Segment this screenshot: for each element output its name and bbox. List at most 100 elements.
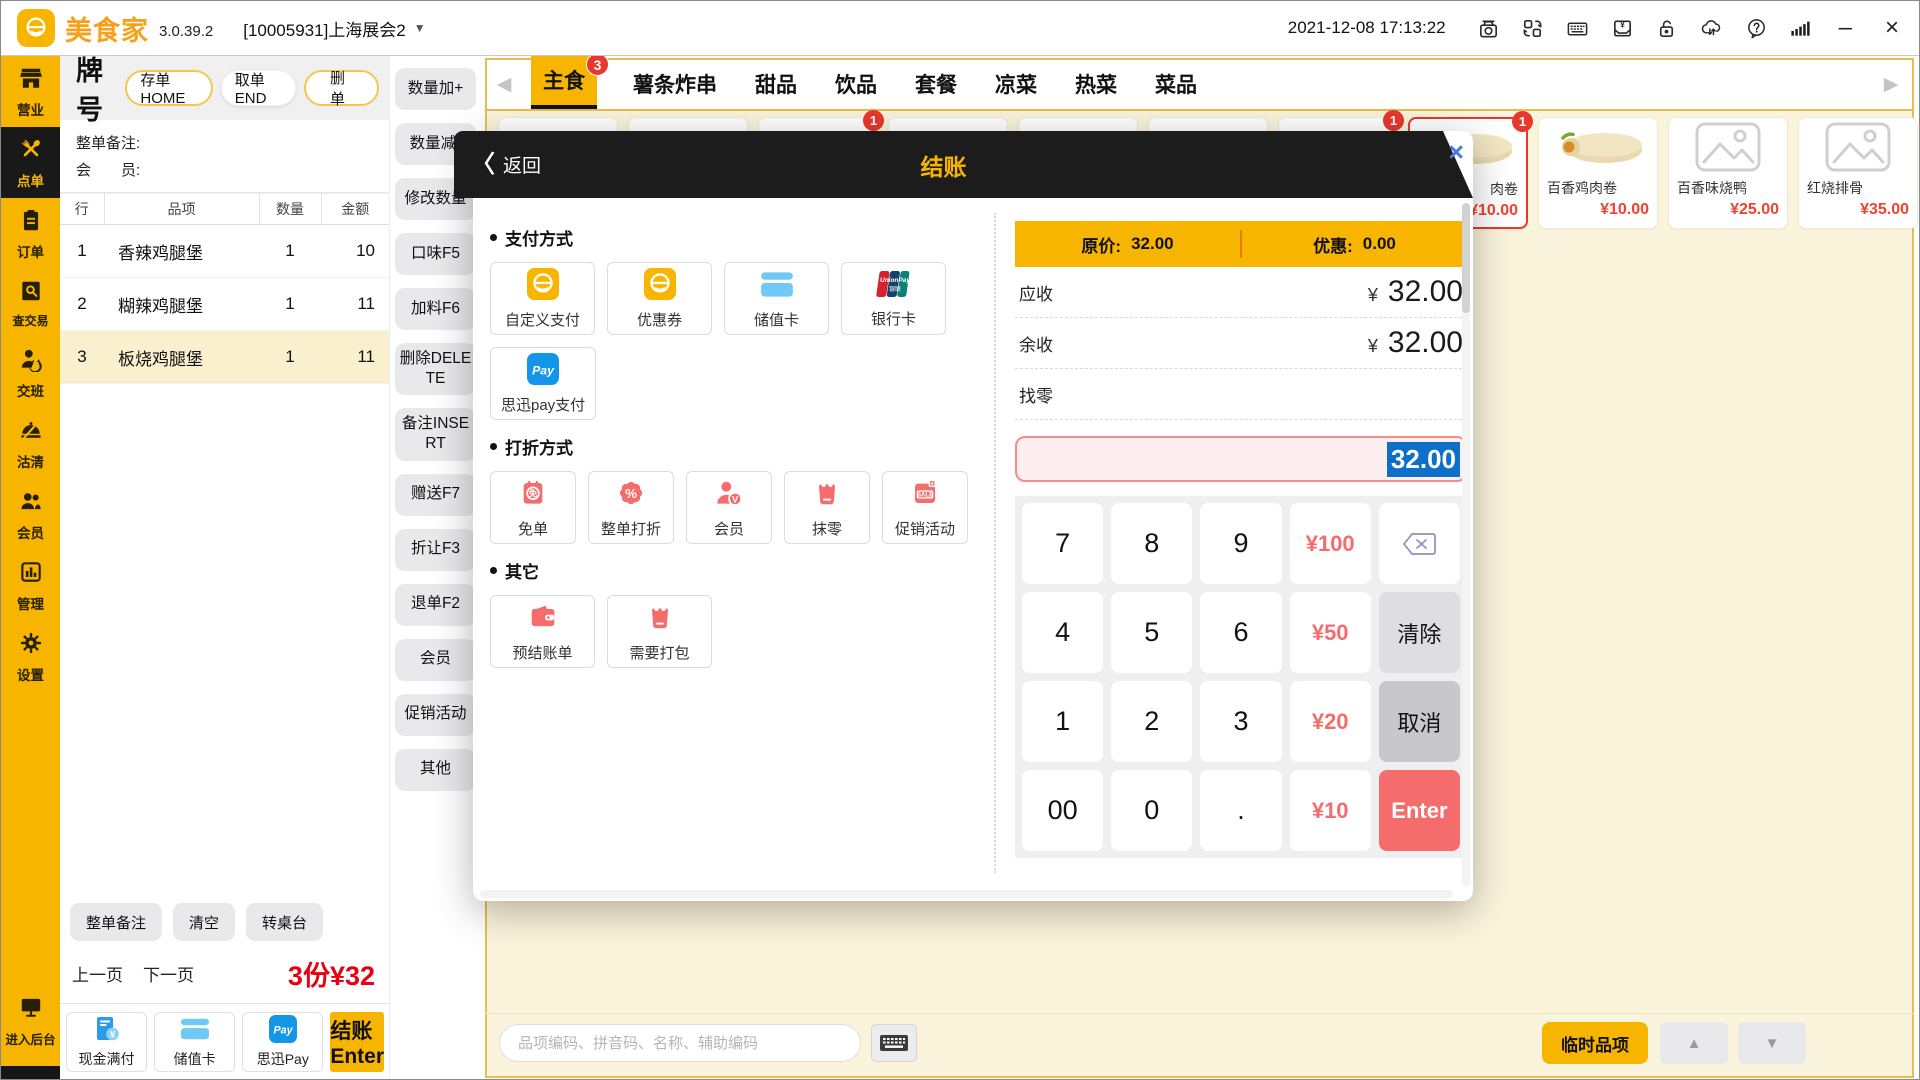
product-price: ¥10.00 [1539,198,1657,219]
numpad-9[interactable]: 9 [1200,503,1281,584]
numpad-3[interactable]: 3 [1200,681,1281,762]
quick-cash-10[interactable]: ¥10 [1290,770,1371,851]
next-page-button[interactable]: 下一页 [143,961,194,986]
promo-activity-button[interactable]: ★SALE 促销活动 [882,471,968,544]
keyboard-icon[interactable] [1565,17,1590,40]
lock-icon[interactable] [1655,17,1678,40]
numpad-00[interactable]: 00 [1022,770,1103,851]
tabs-scroll-right-icon[interactable]: ▶ [1874,73,1908,96]
numpad-4[interactable]: 4 [1022,592,1103,673]
tab-combo[interactable]: 套餐 [913,59,959,109]
clear-order-button[interactable]: 清空 [173,903,235,941]
custom-pay-button[interactable]: 自定义支付 [490,262,595,335]
modal-scrollbar-vertical[interactable] [1462,203,1470,887]
numpad-8[interactable]: 8 [1111,503,1192,584]
search-input[interactable] [499,1024,861,1062]
bank-card-button[interactable]: UnionPay银联 银行卡 [841,262,946,335]
order-panel-header: 牌号 存单HOME 取单END 删单 [60,56,389,120]
scroll-up-button[interactable]: ▲ [1660,1022,1728,1064]
discount-section-title: 打折方式 [490,434,976,459]
recall-order-button[interactable]: 取单END [221,70,296,106]
enter-key[interactable]: Enter [1379,770,1460,851]
help-icon[interactable] [1745,17,1768,40]
numpad-1[interactable]: 1 [1022,681,1103,762]
tab-hot[interactable]: 热菜 [1073,59,1119,109]
pre-bill-button[interactable]: 预结账单 [490,595,595,668]
tab-staple[interactable]: 主食3 [531,55,597,109]
sidebar-item-orders[interactable]: 订单 [1,198,60,269]
stored-card-pay-button[interactable]: 储值卡 [154,1012,235,1072]
sidebar-item-backoffice[interactable]: 进入后台 [1,994,60,1048]
temp-item-button[interactable]: 临时品项 [1542,1022,1648,1064]
table-row-selected[interactable]: 3 板烧鸡腿堡 1 11 [60,331,389,384]
cash-pay-button[interactable]: ¥ 现金满付 [66,1012,147,1072]
sixun-pay-button[interactable]: Pay 思迅Pay [242,1012,323,1072]
member-label: 会 员: [76,157,373,184]
order-note-button[interactable]: 整单备注 [70,903,162,941]
stored-card-button[interactable]: 储值卡 [724,262,829,335]
clear-key[interactable]: 清除 [1379,592,1460,673]
member-discount-button[interactable]: V 会员 [686,471,772,544]
product-card[interactable]: 百香味烧鸭 ¥25.00 [1668,117,1788,229]
due-amount: 32.00 [1388,275,1463,309]
sixun-pay-modal-button[interactable]: Pay 思迅pay支付 [490,347,596,420]
checkout-button[interactable]: 结账Enter [330,1012,384,1072]
table-row[interactable]: 2 糊辣鸡腿堡 1 11 [60,278,389,331]
tab-dessert[interactable]: 甜品 [753,59,799,109]
close-button[interactable]: × [1879,16,1905,40]
category-tabs: ◀ 主食3 薯条炸串 甜品 饮品 套餐 凉菜 热菜 菜品 ▶ [487,60,1912,111]
takeout-pack-button[interactable]: 需要打包 [607,595,712,668]
modal-close-button[interactable]: × [1448,139,1464,166]
whole-order-discount-button[interactable]: % 整单打折 [588,471,674,544]
cash-register-icon: ¥ [92,1015,122,1046]
prev-page-button[interactable]: 上一页 [72,961,123,986]
tab-cold[interactable]: 凉菜 [993,59,1039,109]
sidebar-item-business[interactable]: 营业 [1,56,60,127]
numpad-0[interactable]: 0 [1111,770,1192,851]
hold-order-button[interactable]: 存单HOME [125,70,212,106]
coupon-button[interactable]: 优惠券 [607,262,712,335]
back-button[interactable]: 〈 返回 [454,151,541,178]
cash-drawer-icon[interactable]: ¥ [1611,17,1634,40]
quick-cash-20[interactable]: ¥20 [1290,681,1371,762]
tabs-scroll-left-icon[interactable]: ◀ [487,73,521,96]
quick-cash-50[interactable]: ¥50 [1290,592,1371,673]
tab-dishes[interactable]: 菜品 [1153,59,1199,109]
store-selector[interactable]: [10005931]上海展会2 ▼ [243,16,425,41]
sidebar-item-shift[interactable]: 交班 [1,337,60,408]
numpad-dot[interactable]: . [1200,770,1281,851]
scale-icon[interactable] [1477,17,1500,40]
round-off-button[interactable]: 抹零 [784,471,870,544]
table-row[interactable]: 1 香辣鸡腿堡 1 10 [60,225,389,278]
sidebar-item-management[interactable]: 管理 [1,550,60,621]
tab-drinks[interactable]: 饮品 [833,59,879,109]
sidebar-item-soldout[interactable]: 沽清 [1,408,60,479]
sidebar-item-members[interactable]: 会员 [1,479,60,550]
sidebar-item-settings[interactable]: 设置 [1,621,60,692]
qty-plus-button[interactable]: 数量加+ [395,68,476,110]
virtual-keyboard-button[interactable] [871,1024,917,1062]
scroll-down-button[interactable]: ▼ [1738,1022,1806,1064]
numpad-5[interactable]: 5 [1111,592,1192,673]
backspace-key[interactable] [1379,503,1460,584]
quick-cash-100[interactable]: ¥100 [1290,503,1371,584]
product-card[interactable]: 红烧排骨 ¥35.00 [1798,117,1918,229]
shift-icon [18,346,44,377]
amount-input[interactable]: 32.00 [1015,436,1467,482]
minimize-button[interactable]: – [1833,16,1858,40]
modal-scrollbar-horizontal[interactable] [480,890,1453,898]
sidebar-item-transactions[interactable]: 查交易 [1,269,60,337]
free-bill-button[interactable]: 免 免单 [490,471,576,544]
numpad-6[interactable]: 6 [1200,592,1281,673]
product-card[interactable]: 百香鸡肉卷 ¥10.00 [1538,117,1658,229]
numpad-7[interactable]: 7 [1022,503,1103,584]
member-v-icon: V [713,477,745,513]
sync-icon[interactable] [1521,17,1544,40]
sidebar-item-order[interactable]: 点单 [1,127,60,198]
cloud-sync-icon[interactable] [1699,17,1724,40]
numpad-2[interactable]: 2 [1111,681,1192,762]
tab-fries[interactable]: 薯条炸串 [631,59,719,109]
transfer-table-button[interactable]: 转桌台 [246,903,323,941]
cancel-key[interactable]: 取消 [1379,681,1460,762]
delete-order-button[interactable]: 删单 [304,70,379,106]
